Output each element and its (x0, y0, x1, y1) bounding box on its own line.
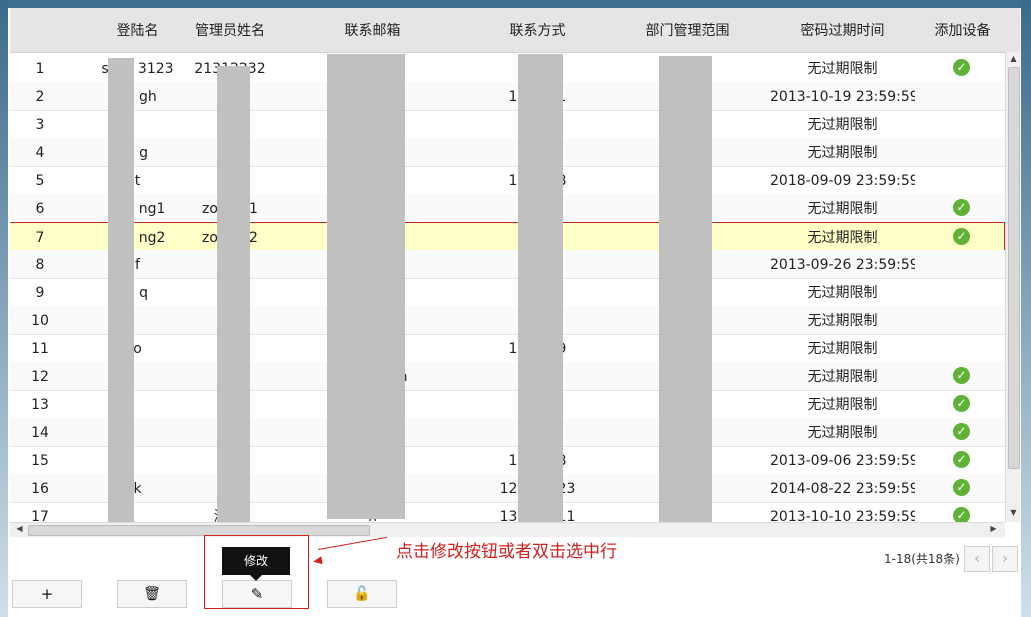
table-row[interactable]: 5trr om138 5882018-09-09 23:59:59 (10, 166, 1005, 195)
table-row[interactable]: 8 f 2013-09-26 23:59:59 (10, 250, 1005, 279)
table-row[interactable]: 15jj m138 5882013-09-06 23:59:59✓ (10, 446, 1005, 475)
scroll-left-icon[interactable]: ◀ (12, 524, 27, 533)
vertical-scroll-thumb[interactable] (1008, 67, 1020, 469)
table-row[interactable]: 3 无过期限制 (10, 110, 1005, 139)
admin-table: 登陆名 管理员姓名 联系邮箱 联系方式 部门管理范围 密码过期时间 添加设备 1… (10, 8, 1020, 538)
delete-button[interactable]: 🗑 (117, 580, 187, 608)
device-added-check-icon: ✓ (953, 479, 970, 496)
cell-index: 7 (35, 230, 45, 246)
cell-index: 3 (35, 117, 45, 133)
table-row[interactable]: 12sup y.com无过期限制✓ (10, 362, 1005, 391)
cell-expire: 无过期限制 (807, 341, 878, 357)
redaction-mask (659, 56, 712, 524)
cell-expire: 无过期限制 (807, 313, 878, 329)
device-added-check-icon: ✓ (953, 199, 970, 216)
redaction-mask (217, 66, 250, 528)
table-row[interactable]: 2zh ghzha .com186 3312013-10-19 23:59:59 (10, 82, 1005, 111)
annotation-text: 点击修改按钮或者双击选中行 (396, 542, 617, 562)
table-row[interactable]: 13 无过期限制 ✓ (10, 390, 1005, 419)
device-added-check-icon: ✓ (953, 423, 970, 440)
header-dept[interactable]: 部门管理范围 (625, 8, 750, 52)
redaction-mask (518, 54, 563, 524)
header-email[interactable]: 联系邮箱 (300, 8, 445, 52)
table-row[interactable]: 9c qq无过期限制 (10, 278, 1005, 307)
cell-index: 10 (31, 313, 49, 329)
scroll-right-icon[interactable]: ▶ (986, 524, 1001, 533)
window-frame-left (0, 0, 8, 617)
tooltip-arrow (250, 575, 262, 581)
horizontal-scrollbar[interactable]: ◀ ▶ (10, 522, 1005, 537)
cell-expire: 无过期限制 (807, 285, 878, 301)
annotation-arrow-icon (312, 556, 323, 566)
header-phone[interactable]: 联系方式 (465, 8, 610, 52)
cell-index: 8 (35, 257, 45, 273)
window-frame-top (0, 0, 1031, 8)
table-row[interactable]: 10 无过期限制 (10, 306, 1005, 335)
header-device[interactable]: 添加设备 (925, 8, 1000, 52)
cell-expire: 无过期限制 (807, 230, 878, 246)
cell-expire: 无过期限制 (807, 369, 878, 385)
window-frame-right (1021, 0, 1031, 617)
cell-expire: 无过期限制 (807, 117, 878, 133)
device-added-check-icon: ✓ (953, 228, 970, 245)
cell-index: 14 (31, 425, 49, 441)
scroll-up-icon[interactable]: ▲ (1006, 54, 1020, 63)
annotation-arrow-line (317, 536, 388, 550)
cell-expire: 无过期限制 (807, 145, 878, 161)
cell-expire: 无过期限制 (807, 425, 878, 441)
redaction-mask (108, 58, 134, 528)
edit-tooltip: 修改 (222, 547, 290, 575)
table-row[interactable]: 11oaa om1234 99无过期限制 (10, 334, 1005, 363)
unlock-button[interactable]: 🔓 (327, 580, 397, 608)
device-added-check-icon: ✓ (953, 395, 970, 412)
table-row[interactable]: 4c gq无过期限制 (10, 138, 1005, 167)
cell-index: 13 (31, 397, 49, 413)
table-row[interactable]: 1sdsa 312321312232无过期限制✓ (10, 54, 1005, 83)
cell-index: 2 (35, 89, 45, 105)
cell-expire: 2018-09-09 23:59:59 (770, 173, 915, 189)
cell-index: 12 (31, 369, 49, 385)
header-name[interactable]: 管理员姓名 (185, 8, 275, 52)
cell-expire: 无过期限制 (807, 397, 878, 413)
redaction-mask (327, 54, 405, 519)
cell-expire: 无过期限制 (807, 61, 878, 77)
cell-index: 9 (35, 285, 45, 301)
device-added-check-icon: ✓ (953, 367, 970, 384)
table-row[interactable]: 14 无过期限制 ✓ (10, 418, 1005, 447)
device-added-check-icon: ✓ (953, 451, 970, 468)
cell-index: 11 (31, 341, 49, 357)
cell-index: 15 (31, 453, 49, 469)
cell-expire: 无过期限制 (807, 201, 878, 217)
cell-index: 16 (31, 481, 49, 497)
table-row[interactable]: 6zon ng1zong g11zo g1无过期限制✓ (10, 194, 1005, 223)
vertical-scrollbar[interactable]: ▲ ▼ (1005, 52, 1020, 522)
header-index (10, 8, 70, 52)
cell-index: 4 (35, 145, 45, 161)
next-page-button[interactable]: › (992, 546, 1018, 572)
cell-expire: 2013-09-26 23:59:59 (770, 257, 915, 273)
scroll-down-icon[interactable]: ▼ (1006, 508, 1020, 517)
cell-expire: 2013-09-06 23:59:59 (770, 453, 915, 469)
header-expire[interactable]: 密码过期时间 (770, 8, 915, 52)
device-added-check-icon: ✓ (953, 59, 970, 76)
pager-summary: 1-18(共18条) (884, 552, 960, 566)
table-row[interactable]: 7zon ng2zong g22zo g2无过期限制✓ (10, 222, 1005, 251)
table-header: 登陆名 管理员姓名 联系邮箱 联系方式 部门管理范围 密码过期时间 添加设备 (10, 8, 1020, 53)
cell-index: 1 (35, 61, 45, 77)
add-button[interactable]: + (12, 580, 82, 608)
prev-page-button[interactable]: ‹ (964, 546, 990, 572)
cell-expire: 2013-10-19 23:59:59 (770, 89, 915, 105)
cell-expire: 2014-08-22 23:59:59 (770, 481, 915, 497)
cell-index: 6 (35, 201, 45, 217)
cell-index: 5 (35, 173, 45, 189)
table-row[interactable]: 16kn1234 01232014-08-22 23:59:59✓ (10, 474, 1005, 503)
horizontal-scroll-thumb[interactable] (28, 525, 370, 536)
